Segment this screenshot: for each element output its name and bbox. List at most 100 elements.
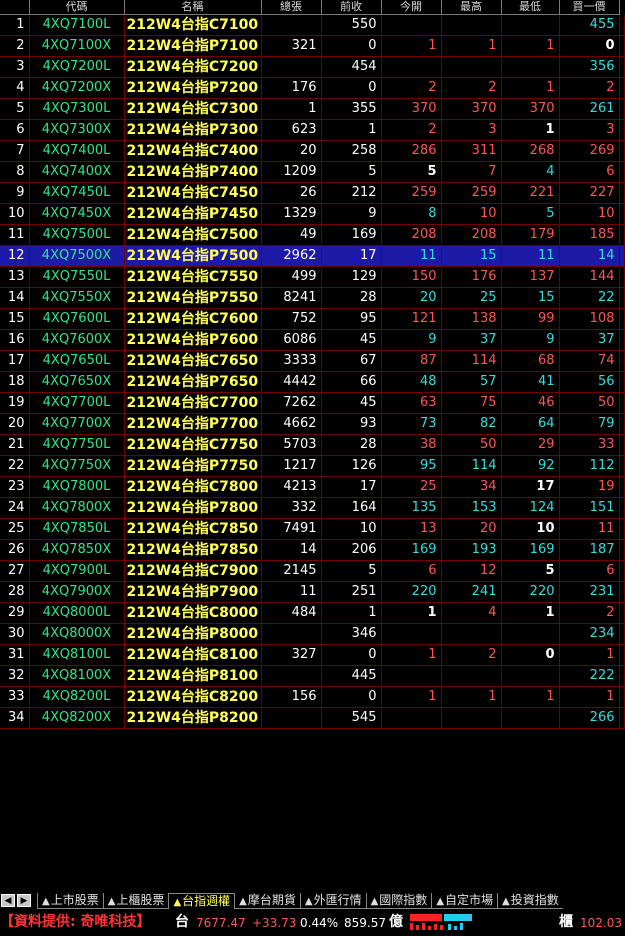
table-row[interactable]: 29 4XQ8000L 212W4台指C8000 484 1 1 4 1 2: [0, 602, 625, 624]
row-filler: [619, 413, 625, 435]
table-row[interactable]: 15 4XQ7600L 212W4台指C7600 752 95 121 138 99 108: [0, 308, 625, 330]
table-row[interactable]: 31 4XQ8100L 212W4台指C8100 327 0 1 2 0 1: [0, 644, 625, 666]
table-row[interactable]: 14 4XQ7550X 212W4台指P7550 8241 28 20 25 15 22: [0, 287, 625, 309]
table-row[interactable]: 21 4XQ7750L 212W4台指C7750 5703 28 38 50 29 33: [0, 434, 625, 456]
row-code: 4XQ7900L: [29, 560, 125, 582]
table-row[interactable]: 9 4XQ7450L 212W4台指C7450 26 212 259 259 221 227: [0, 182, 625, 204]
row-high: 75: [441, 392, 502, 414]
header-code[interactable]: 代碼: [29, 0, 125, 15]
table-row[interactable]: 24 4XQ7800X 212W4台指P7800 332 164 135 153 124 151: [0, 497, 625, 519]
row-bid: 11: [559, 518, 620, 540]
tab-market[interactable]: ▲摩台期貨: [234, 893, 300, 909]
scroll-left-icon[interactable]: ◀: [1, 894, 15, 907]
row-bid: 56: [559, 371, 620, 393]
row-prev-close: 0: [321, 77, 382, 99]
row-low: 1: [501, 77, 560, 99]
row-filler: [619, 665, 625, 687]
row-high: 3: [441, 119, 502, 141]
table-row[interactable]: 19 4XQ7700L 212W4台指C7700 7262 45 63 75 46 50: [0, 392, 625, 414]
row-high: 193: [441, 539, 502, 561]
scroll-right-icon[interactable]: ▶: [17, 894, 31, 907]
table-row[interactable]: 32 4XQ8100X 212W4台指P8100 445 222: [0, 665, 625, 687]
header-bid[interactable]: 買一價: [559, 0, 620, 15]
row-prev-close: 9: [321, 203, 382, 225]
row-high: 4: [441, 602, 502, 624]
header-row-number: [0, 0, 30, 15]
row-prev-close: 0: [321, 644, 382, 666]
table-row[interactable]: 25 4XQ7850L 212W4台指C7850 7491 10 13 20 10 11: [0, 518, 625, 540]
table-row[interactable]: 27 4XQ7900L 212W4台指C7900 2145 5 6 12 5 6: [0, 560, 625, 582]
table-row[interactable]: 34 4XQ8200X 212W4台指P8200 545 266: [0, 707, 625, 729]
table-row[interactable]: 2 4XQ7100X 212W4台指P7100 321 0 1 1 1 0: [0, 35, 625, 57]
tab-market[interactable]: ▲上櫃股票: [102, 893, 169, 909]
row-open: 286: [381, 140, 442, 162]
table-row[interactable]: 28 4XQ7900X 212W4台指P7900 11 251 220 241 220 231: [0, 581, 625, 603]
row-high: 10: [441, 203, 502, 225]
row-volume: 321: [261, 35, 322, 57]
row-code: 4XQ7650X: [29, 371, 125, 393]
row-open: 2: [381, 119, 442, 141]
row-name: 212W4台指C7750: [124, 434, 262, 456]
row-prev-close: 93: [321, 413, 382, 435]
tab-market[interactable]: ▲國際指數: [365, 893, 432, 909]
header-high[interactable]: 最高: [441, 0, 502, 15]
tab-market[interactable]: ▲台指週權: [168, 893, 235, 909]
table-row[interactable]: 8 4XQ7400X 212W4台指P7400 1209 5 5 7 4 6: [0, 161, 625, 183]
row-filler: [619, 686, 625, 708]
table-row[interactable]: 12 4XQ7500X 212W4台指P7500 2962 17 11 15 11 14: [0, 245, 625, 267]
row-number: 30: [0, 623, 30, 645]
tab-market[interactable]: ▲自定市場: [431, 893, 498, 909]
tab-market[interactable]: ▲投資指數: [497, 893, 563, 909]
row-name: 212W4台指P7800: [124, 497, 262, 519]
table-row[interactable]: 23 4XQ7800L 212W4台指C7800 4213 17 25 34 17 19: [0, 476, 625, 498]
row-number: 17: [0, 350, 30, 372]
row-filler: [619, 77, 625, 99]
table-row[interactable]: 26 4XQ7850X 212W4台指P7850 14 206 169 193 169 187: [0, 539, 625, 561]
row-volume: 2962: [261, 245, 322, 267]
table-row[interactable]: 22 4XQ7750X 212W4台指P7750 1217 126 95 114 92 112: [0, 455, 625, 477]
tab-market[interactable]: ▲上市股票: [37, 893, 103, 909]
table-row[interactable]: 10 4XQ7450X 212W4台指P7450 1329 9 8 10 5 10: [0, 203, 625, 225]
header-open[interactable]: 今開: [381, 0, 442, 15]
table-row[interactable]: 30 4XQ8000X 212W4台指P8000 346 234: [0, 623, 625, 645]
table-row[interactable]: 33 4XQ8200L 212W4台指C8200 156 0 1 1 1 1: [0, 686, 625, 708]
row-name: 212W4台指P7650: [124, 371, 262, 393]
header-low[interactable]: 最低: [501, 0, 560, 15]
header-name[interactable]: 名稱: [124, 0, 262, 15]
row-number: 28: [0, 581, 30, 603]
row-high: [441, 707, 502, 729]
table-row[interactable]: 17 4XQ7650L 212W4台指C7650 3333 67 87 114 68 74: [0, 350, 625, 372]
row-open: 73: [381, 413, 442, 435]
table-row[interactable]: 7 4XQ7400L 212W4台指C7400 20 258 286 311 268 269: [0, 140, 625, 162]
tab-label: 上櫃股票: [116, 893, 165, 907]
row-number: 3: [0, 56, 30, 78]
tab-market[interactable]: ▲外匯行情: [299, 893, 366, 909]
row-prev-close: 258: [321, 140, 382, 162]
row-volume: 4442: [261, 371, 322, 393]
row-prev-close: 28: [321, 434, 382, 456]
row-prev-close: 251: [321, 581, 382, 603]
row-low: [501, 56, 560, 78]
row-number: 25: [0, 518, 30, 540]
row-low: 137: [501, 266, 560, 288]
table-row[interactable]: 16 4XQ7600X 212W4台指P7600 6086 45 9 37 9 37: [0, 329, 625, 351]
table-row[interactable]: 4 4XQ7200X 212W4台指P7200 176 0 2 2 1 2: [0, 77, 625, 99]
market-tabs: ▲上市股票 ▲上櫃股票 ▲台指週權 ▲摩台期貨 ▲外匯行情 ▲國際指數 ▲自定市場 ▲投資指數: [37, 893, 625, 909]
triangle-up-icon: ▲: [107, 896, 116, 907]
table-row[interactable]: 11 4XQ7500L 212W4台指C7500 49 169 208 208 179 185: [0, 224, 625, 246]
row-volume: 8241: [261, 287, 322, 309]
table-row[interactable]: 6 4XQ7300X 212W4台指P7300 623 1 2 3 1 3: [0, 119, 625, 141]
row-prev-close: 126: [321, 455, 382, 477]
row-low: 9: [501, 329, 560, 351]
table-row[interactable]: 3 4XQ7200L 212W4台指C7200 454 356: [0, 56, 625, 78]
row-low: 1: [501, 119, 560, 141]
table-row[interactable]: 1 4XQ7100L 212W4台指C7100 550 455: [0, 14, 625, 36]
header-prev-close[interactable]: 前收: [321, 0, 382, 15]
table-row[interactable]: 18 4XQ7650X 212W4台指P7650 4442 66 48 57 41 56: [0, 371, 625, 393]
row-number: 23: [0, 476, 30, 498]
table-row[interactable]: 5 4XQ7300L 212W4台指C7300 1 355 370 370 370 261: [0, 98, 625, 120]
row-volume: 20: [261, 140, 322, 162]
header-volume[interactable]: 總張: [261, 0, 322, 15]
table-row[interactable]: 20 4XQ7700X 212W4台指P7700 4662 93 73 82 64 79: [0, 413, 625, 435]
table-row[interactable]: 13 4XQ7550L 212W4台指C7550 499 129 150 176 137 144: [0, 266, 625, 288]
